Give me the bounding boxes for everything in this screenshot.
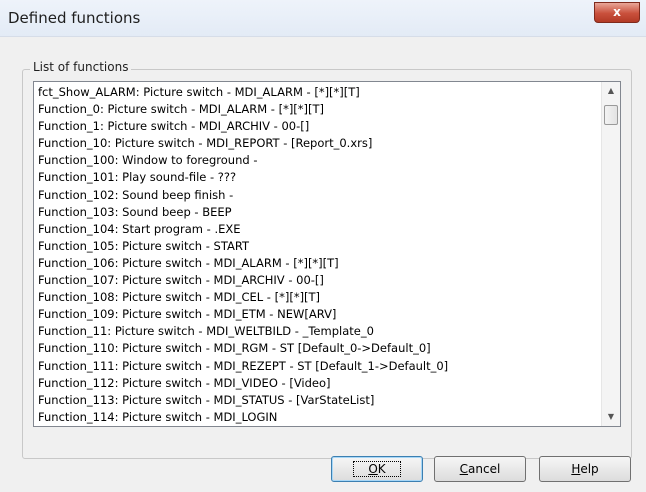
help-mnemonic: H: [571, 462, 581, 476]
ok-mnemonic: O: [368, 462, 378, 476]
ok-button[interactable]: OK: [331, 456, 423, 482]
help-button[interactable]: Help: [539, 456, 631, 482]
list-item[interactable]: Function_109: Picture switch - MDI_ETM -…: [38, 306, 598, 323]
list-item[interactable]: Function_108: Picture switch - MDI_CEL -…: [38, 289, 598, 306]
list-item[interactable]: Function_107: Picture switch - MDI_ARCHI…: [38, 272, 598, 289]
list-item[interactable]: Function_114: Picture switch - MDI_LOGIN: [38, 409, 598, 426]
list-item[interactable]: Function_110: Picture switch - MDI_RGM -…: [38, 340, 598, 357]
scroll-down-icon[interactable]: ▼: [602, 408, 620, 426]
vertical-scrollbar[interactable]: ▲ ▼: [601, 82, 620, 426]
dialog-body: List of functions fct_Show_ALARM: Pictur…: [0, 37, 646, 492]
functions-listbox[interactable]: fct_Show_ALARM: Picture switch - MDI_ALA…: [33, 81, 621, 427]
list-item[interactable]: Function_10: Picture switch - MDI_REPORT…: [38, 135, 598, 152]
scroll-up-icon[interactable]: ▲: [602, 82, 620, 100]
list-item[interactable]: Function_105: Picture switch - START: [38, 238, 598, 255]
cancel-mnemonic: C: [459, 462, 469, 476]
list-item[interactable]: Function_113: Picture switch - MDI_STATU…: [38, 392, 598, 409]
groupbox-label: List of functions: [30, 60, 132, 74]
ok-focus-rect: OK: [353, 461, 401, 477]
list-item[interactable]: Function_0: Picture switch - MDI_ALARM -…: [38, 101, 598, 118]
help-label-rest: elp: [580, 462, 599, 476]
close-icon: x: [613, 5, 621, 19]
list-item[interactable]: Function_115: Picture switch - MDI_USER …: [38, 426, 598, 427]
close-button[interactable]: x: [594, 2, 640, 23]
list-item[interactable]: fct_Show_ALARM: Picture switch - MDI_ALA…: [38, 84, 598, 101]
scroll-thumb[interactable]: [604, 105, 618, 125]
cancel-label-rest: ancel: [468, 462, 501, 476]
window-title: Defined functions: [8, 9, 141, 27]
list-item[interactable]: Function_11: Picture switch - MDI_WELTBI…: [38, 323, 598, 340]
list-item[interactable]: Function_112: Picture switch - MDI_VIDEO…: [38, 375, 598, 392]
functions-list: fct_Show_ALARM: Picture switch - MDI_ALA…: [38, 84, 598, 427]
list-item[interactable]: Function_1: Picture switch - MDI_ARCHIV …: [38, 118, 598, 135]
list-item[interactable]: Function_102: Sound beep finish -: [38, 187, 598, 204]
list-item[interactable]: Function_100: Window to foreground -: [38, 152, 598, 169]
list-item[interactable]: Function_103: Sound beep - BEEP: [38, 204, 598, 221]
list-item[interactable]: Function_111: Picture switch - MDI_REZEP…: [38, 358, 598, 375]
list-item[interactable]: Function_106: Picture switch - MDI_ALARM…: [38, 255, 598, 272]
list-item[interactable]: Function_101: Play sound-file - ???: [38, 169, 598, 186]
title-bar: Defined functions x: [0, 0, 646, 37]
ok-label-rest: K: [377, 462, 386, 476]
list-item[interactable]: Function_104: Start program - .EXE: [38, 221, 598, 238]
cancel-button[interactable]: Cancel: [434, 456, 526, 482]
